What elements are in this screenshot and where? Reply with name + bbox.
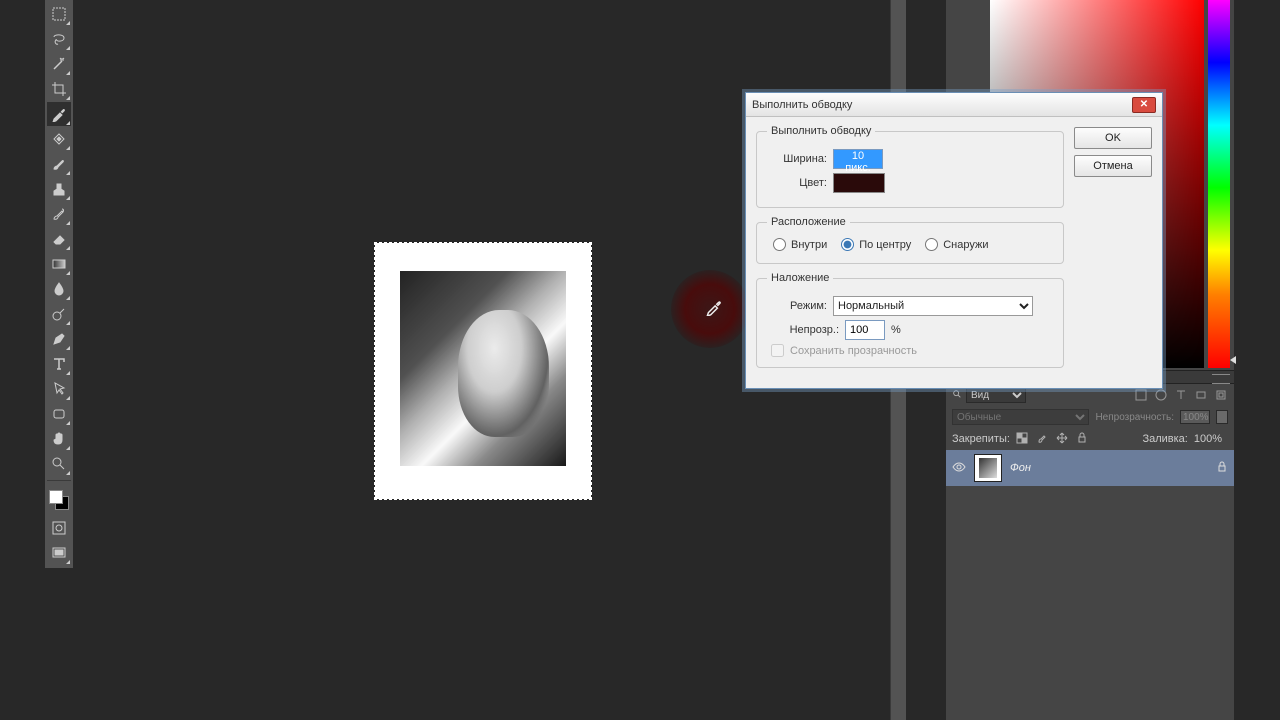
lock-transparency-icon[interactable] [1016,432,1030,446]
tool-gradient[interactable] [47,252,71,276]
fill-value[interactable]: 100% [1194,433,1222,445]
tool-eyedropper[interactable] [47,102,71,126]
dialog-titlebar[interactable]: Выполнить обводку ✕ [746,93,1162,117]
tool-hand[interactable] [47,427,71,451]
width-input[interactable]: 10 пикс. [833,149,883,169]
lock-all-icon[interactable] [1076,432,1090,446]
stroke-group: Выполнить обводку Ширина: 10 пикс. Цвет: [756,125,1064,208]
location-legend: Расположение [767,216,850,228]
dialog-close-button[interactable]: ✕ [1132,97,1156,113]
layer-lock-icon [1216,461,1228,476]
location-group: Расположение Внутри По центру Снаружи [756,216,1064,264]
cancel-button[interactable]: Отмена [1074,155,1152,177]
tool-magic-wand[interactable] [47,52,71,76]
color-swatches[interactable] [47,488,71,512]
eyedropper-cursor-icon [705,298,723,319]
lock-pixels-icon[interactable] [1036,432,1050,446]
tool-brush[interactable] [47,152,71,176]
opacity-input[interactable] [845,320,885,340]
fill-label: Заливка: [1142,433,1187,445]
layers-empty-area[interactable] [946,486,1234,720]
filter-smart-icon[interactable] [1214,388,1228,402]
opacity-suffix: % [891,324,901,336]
tool-path-select[interactable] [47,377,71,401]
width-label: Ширина: [767,153,827,165]
layers-panel: Вид Обычные Непрозрачность: 100% Закрепи… [946,384,1234,720]
stroke-color-swatch[interactable] [833,173,885,193]
tool-rect-select[interactable] [47,2,71,26]
layers-blend-row: Обычные Непрозрачность: 100% [946,406,1234,428]
preserve-checkbox [771,344,784,357]
tool-stamp[interactable] [47,177,71,201]
radio-center[interactable]: По центру [841,238,911,251]
opacity-value[interactable]: 100% [1180,410,1210,424]
tool-blur[interactable] [47,277,71,301]
opacity-label-dlg: Непрозр.: [767,324,839,336]
tool-dodge[interactable] [47,302,71,326]
image-content [400,271,566,466]
filter-type-icon[interactable] [1174,388,1188,402]
quickmask-toggle[interactable] [47,516,71,540]
stroke-legend: Выполнить обводку [767,125,875,137]
mode-label: Режим: [767,300,827,312]
ok-button[interactable]: OK [1074,127,1152,149]
filter-adjust-icon[interactable] [1154,388,1168,402]
tool-history-brush[interactable] [47,202,71,226]
mode-select[interactable]: Нормальный [833,296,1033,316]
tool-type[interactable] [47,352,71,376]
layers-lock-row: Закрепиты: Заливка: 100% [946,428,1234,450]
filter-kind-select[interactable]: Вид [966,387,1026,403]
filter-shape-icon[interactable] [1194,388,1208,402]
blend-legend: Наложение [767,272,833,284]
lock-position-icon[interactable] [1056,432,1070,446]
layer-row[interactable]: Фон [946,450,1234,486]
opacity-dropdown-icon[interactable] [1216,410,1228,424]
preserve-label: Сохранить прозрачность [790,345,917,357]
hue-slider[interactable] [1208,0,1230,368]
radio-inside[interactable]: Внутри [773,238,827,251]
visibility-eye-icon[interactable] [952,460,966,477]
dialog-title: Выполнить обводку [752,99,852,111]
color-label: Цвет: [767,177,827,189]
tools-toolbar [45,0,73,568]
layer-thumbnail[interactable] [974,454,1002,482]
tool-shape[interactable] [47,402,71,426]
opacity-label: Непрозрачность: [1095,412,1174,423]
filter-pixel-icon[interactable] [1134,388,1148,402]
search-icon [952,389,962,402]
foreground-color-swatch[interactable] [49,490,63,504]
layer-name[interactable]: Фон [1010,462,1031,474]
blend-mode-select[interactable]: Обычные [952,409,1089,425]
radio-outside[interactable]: Снаружи [925,238,988,251]
tool-patch[interactable] [47,127,71,151]
tool-eraser[interactable] [47,227,71,251]
lock-label: Закрепиты: [952,433,1010,445]
tool-pen[interactable] [47,327,71,351]
tool-crop[interactable] [47,77,71,101]
document-canvas[interactable] [375,243,591,499]
tool-lasso[interactable] [47,27,71,51]
blend-group: Наложение Режим: Нормальный Непрозр.: % … [756,272,1064,368]
tool-zoom[interactable] [47,452,71,476]
stroke-dialog: Выполнить обводку ✕ Выполнить обводку Ши… [745,92,1163,389]
screenmode-toggle[interactable] [47,541,71,565]
